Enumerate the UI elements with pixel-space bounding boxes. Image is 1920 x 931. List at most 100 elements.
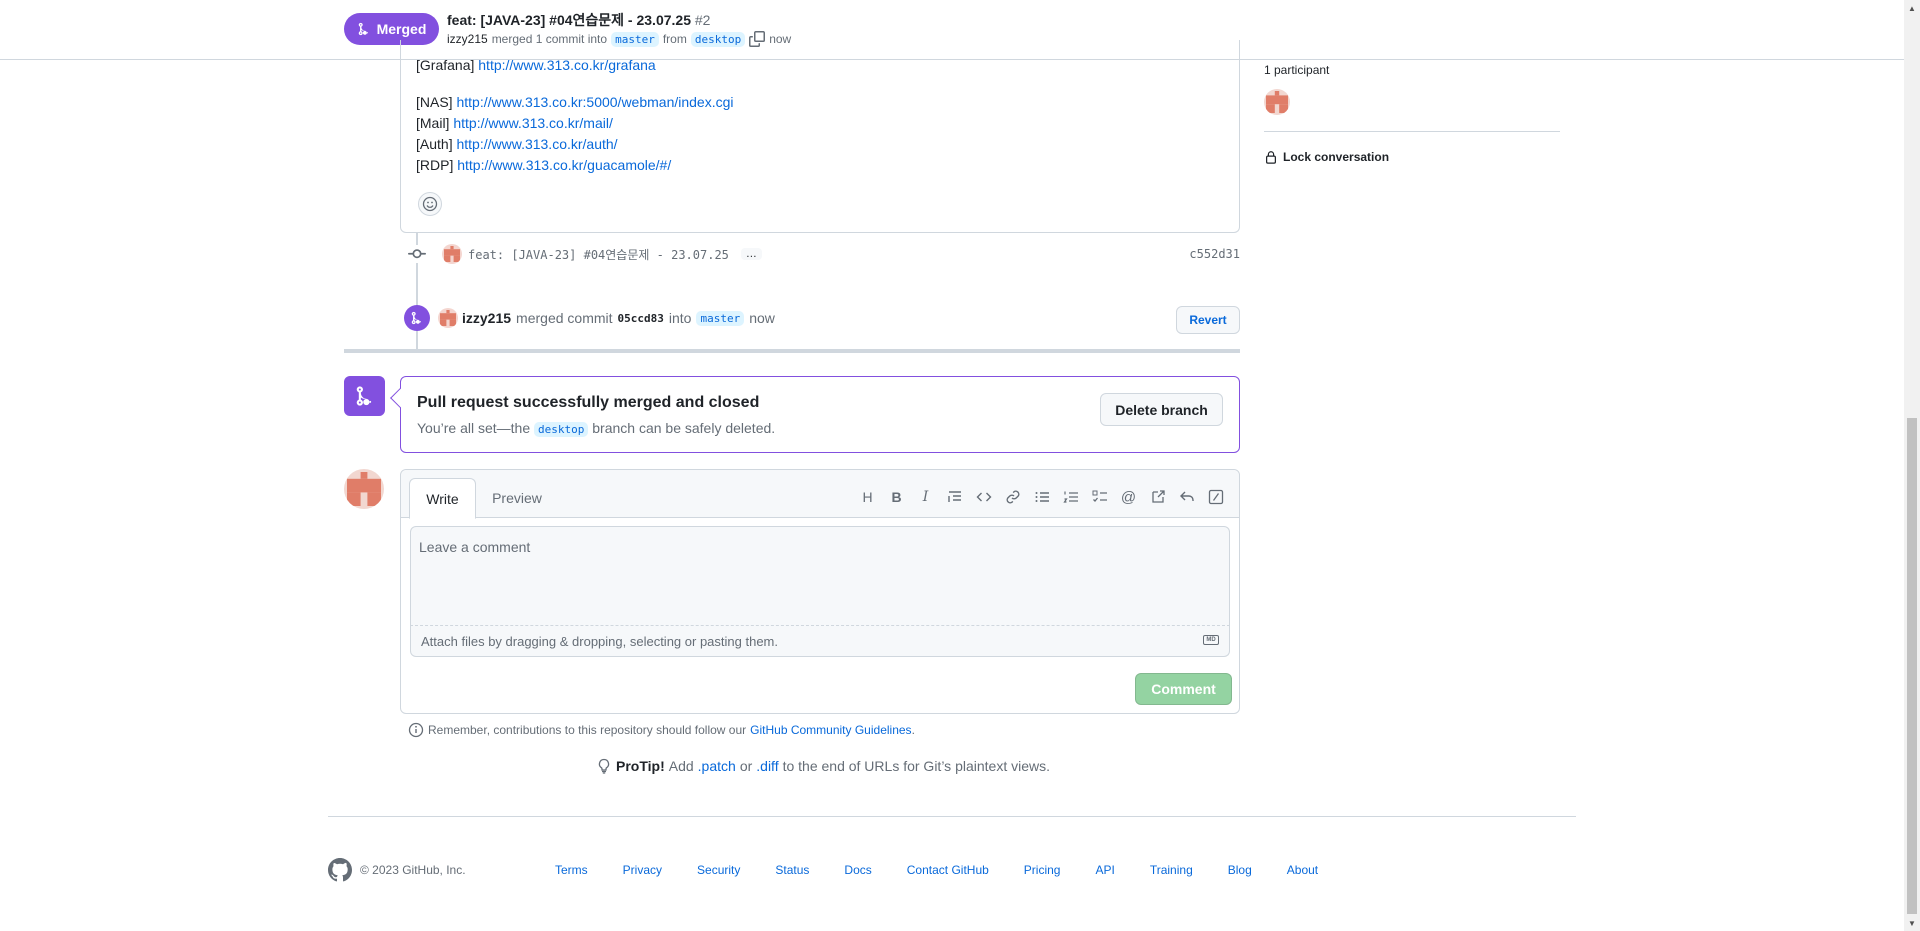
merge-status-title: Pull request successfully merged and clo… — [417, 394, 760, 411]
protip-text: or — [739, 758, 753, 774]
footer-link-status[interactable]: Status — [775, 863, 809, 877]
merged-label: Merged — [376, 21, 427, 37]
protip-text: Add — [668, 758, 694, 774]
code-icon[interactable] — [969, 488, 998, 506]
link-icon[interactable] — [998, 488, 1027, 506]
light-bulb-icon — [598, 758, 610, 774]
patch-link[interactable]: .patch — [698, 758, 736, 774]
link-prefix: [RDP] — [416, 157, 454, 173]
numbered-list-icon[interactable] — [1056, 488, 1085, 506]
rdp-link[interactable]: http://www.313.co.kr/guacamole/#/ — [457, 157, 671, 173]
new-comment-form: Write Preview H B I @ Leave a comment At… — [400, 469, 1240, 714]
tab-write[interactable]: Write — [409, 478, 476, 519]
participant-avatar[interactable] — [1264, 89, 1290, 115]
mention-icon[interactable]: @ — [1114, 488, 1143, 506]
tab-preview[interactable]: Preview — [481, 478, 553, 518]
merge-time[interactable]: now — [749, 310, 775, 326]
copyright: © 2023 GitHub, Inc. — [360, 863, 466, 877]
footer-link-training[interactable]: Training — [1150, 863, 1193, 877]
git-merge-icon — [356, 386, 371, 406]
body-link-line: [NAS] http://www.313.co.kr:5000/webman/i… — [416, 94, 734, 110]
merge-status-desc: You’re all set—the desktop branch can be… — [417, 420, 776, 437]
desc-pre: You’re all set—the — [417, 420, 531, 436]
body-link-line: [Grafana] http://www.313.co.kr/grafana — [416, 57, 656, 73]
footer-link-blog[interactable]: Blog — [1228, 863, 1252, 877]
info-icon — [408, 722, 424, 738]
auth-link[interactable]: http://www.313.co.kr/auth/ — [456, 136, 617, 152]
notice-text: Remember, contributions to this reposito… — [428, 723, 747, 737]
bulleted-list-icon[interactable] — [1027, 488, 1056, 506]
community-guidelines-link[interactable]: GitHub Community Guidelines — [750, 723, 911, 737]
merge-sha[interactable]: 05ccd83 — [618, 312, 664, 325]
commit-message[interactable]: feat: [JAVA-23] #04연습문제 - 23.07.25 — [468, 246, 729, 263]
avatar[interactable] — [438, 308, 458, 328]
pr-title: feat: [JAVA-23] #04연습문제 - 23.07.25 #2 — [447, 10, 710, 30]
body-link-line: [RDP] http://www.313.co.kr/guacamole/#/ — [416, 157, 671, 173]
identicon-icon — [444, 246, 460, 262]
identicon-icon — [440, 310, 456, 326]
link-prefix: [Mail] — [416, 115, 450, 131]
markdown-icon[interactable]: MD — [1203, 635, 1219, 645]
merge-event: izzy215 merged commit 05ccd83 into maste… — [404, 303, 1240, 333]
footer-link-security[interactable]: Security — [697, 863, 740, 877]
protip: ProTip! Add .patch or .diff to the end o… — [596, 758, 1050, 774]
reply-icon[interactable] — [1172, 488, 1201, 506]
footer-link-about[interactable]: About — [1287, 863, 1318, 877]
link-prefix: [NAS] — [416, 94, 453, 110]
attach-files-area[interactable]: Attach files by dragging & dropping, sel… — [410, 626, 1230, 657]
expand-commit-button[interactable]: … — [740, 248, 762, 260]
cross-reference-icon[interactable] — [1143, 488, 1172, 506]
lock-conversation-button[interactable]: Lock conversation — [1264, 150, 1389, 164]
community-notice: Remember, contributions to this reposito… — [408, 722, 915, 738]
link-prefix: [Grafana] — [416, 57, 475, 73]
protip-text: to the end of URLs for Git’s plaintext v… — [782, 758, 1050, 774]
scroll-down-arrow-icon[interactable]: ▼ — [1904, 915, 1920, 931]
commit-row: feat: [JAVA-23] #04연습문제 - 23.07.25 … c55… — [408, 244, 1240, 264]
italic-icon[interactable]: I — [911, 488, 940, 506]
merged-status-icon — [344, 376, 385, 416]
revert-button[interactable]: Revert — [1176, 306, 1240, 334]
merge-event-badge — [404, 305, 430, 331]
desc-post: branch can be safely deleted. — [592, 420, 776, 436]
lock-icon — [1266, 151, 1276, 164]
participants-count: 1 participant — [1264, 63, 1330, 77]
heading-icon[interactable]: H — [853, 488, 882, 506]
footer-link-api[interactable]: API — [1095, 863, 1114, 877]
add-reaction-button[interactable] — [418, 192, 442, 216]
comment-textarea[interactable]: Leave a comment — [410, 526, 1230, 626]
footer: © 2023 GitHub, Inc. Terms Privacy Securi… — [328, 858, 1576, 882]
link-prefix: [Auth] — [416, 136, 453, 152]
merge-status-box: Pull request successfully merged and clo… — [390, 376, 1240, 453]
timeline-break — [344, 349, 1240, 353]
pr-title-text: feat: [JAVA-23] #04연습문제 - 23.07.25 — [447, 12, 691, 28]
footer-link-pricing[interactable]: Pricing — [1024, 863, 1061, 877]
nas-link[interactable]: http://www.313.co.kr:5000/webman/index.c… — [456, 94, 733, 110]
merge-user-link[interactable]: izzy215 — [462, 310, 511, 326]
markdown-toolbar: H B I @ — [853, 488, 1230, 506]
mail-link[interactable]: http://www.313.co.kr/mail/ — [453, 115, 613, 131]
smiley-icon — [422, 196, 438, 212]
slash-command-icon[interactable] — [1201, 488, 1230, 506]
comment-submit-button[interactable]: Comment — [1135, 673, 1232, 705]
footer-link-terms[interactable]: Terms — [555, 863, 588, 877]
task-list-icon[interactable] — [1085, 488, 1114, 506]
current-user-avatar[interactable] — [344, 469, 384, 509]
pr-number: #2 — [694, 12, 711, 28]
quote-icon[interactable] — [940, 488, 969, 506]
footer-divider — [328, 816, 1576, 817]
footer-link-privacy[interactable]: Privacy — [623, 863, 662, 877]
scrollbar-thumb[interactable] — [1907, 418, 1917, 914]
avatar[interactable] — [442, 244, 462, 264]
github-logo-icon[interactable] — [328, 858, 352, 882]
notice-end: . — [911, 723, 915, 737]
bold-icon[interactable]: B — [882, 488, 911, 506]
diff-link[interactable]: .diff — [756, 758, 778, 774]
footer-link-docs[interactable]: Docs — [844, 863, 871, 877]
delete-branch-button[interactable]: Delete branch — [1100, 393, 1223, 426]
deletable-branch[interactable]: desktop — [534, 422, 589, 437]
footer-link-contact[interactable]: Contact GitHub — [907, 863, 989, 877]
grafana-link[interactable]: http://www.313.co.kr/grafana — [478, 57, 655, 73]
commit-sha[interactable]: c552d31 — [1189, 247, 1240, 261]
merge-branch[interactable]: master — [696, 310, 745, 326]
scroll-up-arrow-icon[interactable]: ▲ — [1904, 0, 1920, 16]
